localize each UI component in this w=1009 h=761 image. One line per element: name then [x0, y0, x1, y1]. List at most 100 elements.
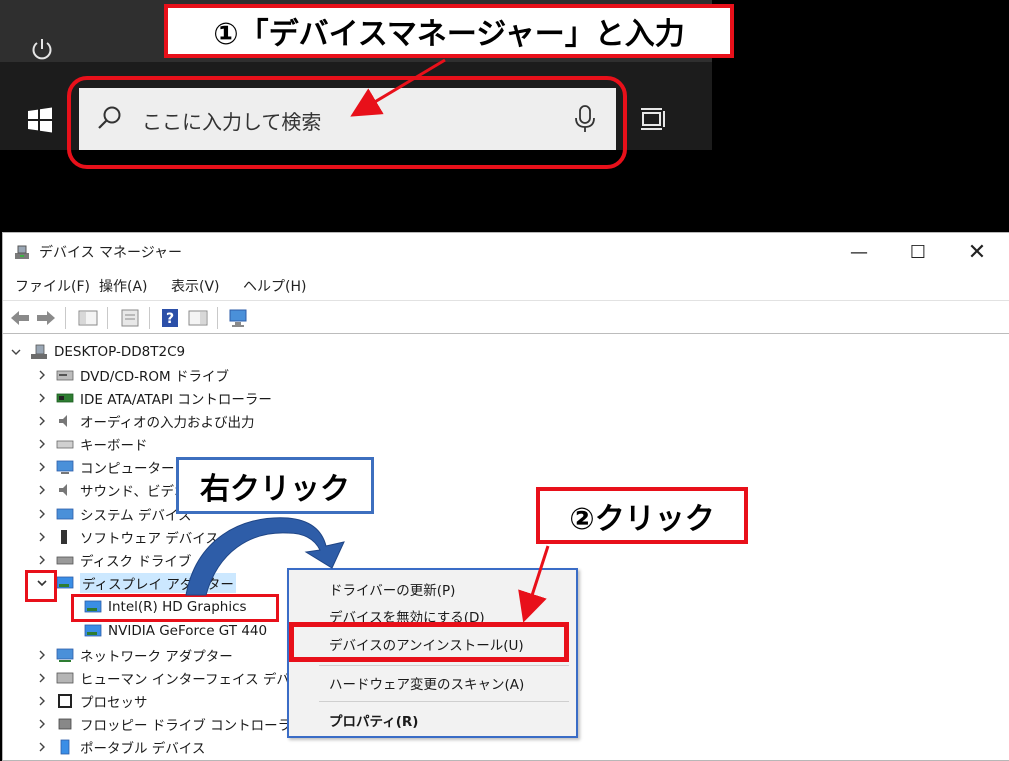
tree-item[interactable]: フロッピー ドライブ コントローラー	[36, 713, 305, 735]
uninstall-item-highlight	[289, 622, 569, 662]
chevron-right-icon[interactable]	[36, 392, 48, 404]
chevron-right-icon[interactable]	[36, 531, 48, 543]
menu-action[interactable]: 操作(A)	[99, 276, 148, 296]
tree-item[interactable]: ヒューマン インターフェイス デバイス	[36, 667, 316, 689]
tree-item-label: NVIDIA GeForce GT 440	[108, 623, 268, 639]
menu-separator	[319, 701, 569, 702]
task-view-icon[interactable]	[640, 106, 666, 132]
chevron-right-icon[interactable]	[36, 484, 48, 496]
computer-icon	[56, 460, 74, 474]
processor-icon	[58, 694, 72, 708]
tree-item-display-adapters[interactable]: ディスプレイ アダプター	[36, 572, 236, 594]
tree-item-label: ヒューマン インターフェイス デバイス	[80, 672, 317, 688]
tree-item-label: オーディオの入力および出力	[80, 415, 255, 431]
menu-help[interactable]: ヘルプ(H)	[243, 276, 306, 296]
intel-item-highlight	[71, 594, 279, 622]
scan-hardware-icon[interactable]	[227, 307, 249, 329]
title-bar: デバイス マネージャー — ☐ ✕	[3, 233, 1009, 271]
tree-item[interactable]: DVD/CD-ROM ドライブ	[36, 364, 229, 386]
toolbar: ?	[3, 300, 1009, 334]
sound-icon	[59, 484, 67, 496]
tree-item[interactable]: ソフトウェア デバイス	[36, 526, 219, 548]
close-button[interactable]: ✕	[955, 237, 999, 267]
power-icon[interactable]	[29, 36, 55, 62]
tree-item-label: ディスク ドライブ	[80, 554, 192, 570]
ctx-update-driver[interactable]: ドライバーの更新(P)	[329, 579, 455, 599]
dvd-drive-icon	[56, 370, 74, 381]
tree-item-label: ポータブル デバイス	[80, 741, 206, 757]
chevron-down-icon[interactable]	[10, 346, 22, 358]
help-icon[interactable]: ?	[159, 307, 181, 329]
tree-item-label: IDE ATA/ATAPI コントローラー	[80, 392, 272, 408]
show-hide-console-tree-icon[interactable]	[77, 307, 99, 329]
menu-view[interactable]: 表示(V)	[171, 276, 220, 296]
network-adapter-icon	[56, 648, 74, 662]
menu-bar: ファイル(F) 操作(A) 表示(V) ヘルプ(H)	[3, 273, 1009, 299]
forward-arrow-icon[interactable]	[35, 307, 57, 329]
chevron-right-icon[interactable]	[36, 741, 48, 753]
right-click-callout: 右クリック	[176, 457, 374, 514]
computer-icon	[31, 344, 47, 359]
menu-separator	[319, 665, 569, 666]
ide-controller-icon	[56, 393, 74, 403]
svg-text:?: ?	[166, 311, 174, 327]
tree-root-label: DESKTOP-DD8T2C9	[54, 344, 186, 360]
tree-item[interactable]: IDE ATA/ATAPI コントローラー	[36, 387, 272, 409]
hid-icon	[56, 672, 74, 684]
tree-item-nvidia-geforce[interactable]: NVIDIA GeForce GT 440	[84, 620, 267, 642]
tree-item-label: ディスプレイ アダプター	[80, 573, 236, 593]
chevron-right-icon[interactable]	[36, 461, 48, 473]
chevron-right-icon[interactable]	[36, 554, 48, 566]
menu-file[interactable]: ファイル(F)	[15, 276, 90, 296]
chevron-right-icon[interactable]	[36, 508, 48, 520]
tree-item[interactable]: プロセッサ	[36, 690, 148, 712]
chevron-right-icon[interactable]	[36, 369, 48, 381]
chevron-right-icon[interactable]	[36, 415, 48, 427]
tree-item-label: サウンド、ビデオ	[80, 484, 188, 500]
chevron-right-icon[interactable]	[36, 672, 48, 684]
tree-item[interactable]: システム デバイス	[36, 503, 191, 525]
chevron-right-icon[interactable]	[36, 438, 48, 450]
ctx-scan-hardware[interactable]: ハードウェア変更のスキャン(A)	[329, 673, 524, 693]
step2-callout: ②クリック	[536, 487, 748, 544]
floppy-controller-icon	[58, 718, 72, 730]
tree-item[interactable]: コンピューター	[36, 456, 175, 478]
tree-item-label: キーボード	[80, 438, 148, 454]
disk-drive-icon	[56, 556, 74, 565]
search-box-highlight	[67, 76, 627, 169]
properties-icon[interactable]	[119, 307, 141, 329]
tree-root[interactable]: DESKTOP-DD8T2C9	[10, 341, 185, 363]
tree-item-label: コンピューター	[80, 461, 175, 477]
software-device-icon	[61, 530, 67, 544]
portable-device-icon	[60, 739, 70, 755]
window-title: デバイス マネージャー	[39, 245, 183, 261]
expand-chevron-highlight	[25, 570, 57, 602]
display-adapter-icon	[56, 576, 74, 589]
windows-start-icon[interactable]	[26, 106, 54, 134]
audio-icon	[59, 415, 67, 427]
tree-item-label: ネットワーク アダプター	[80, 649, 233, 665]
action-pane-icon[interactable]	[187, 307, 209, 329]
maximize-button[interactable]: ☐	[896, 237, 940, 267]
minimize-button[interactable]: —	[837, 237, 881, 267]
tree-item[interactable]: キーボード	[36, 433, 148, 455]
tree-item-label: DVD/CD-ROM ドライブ	[80, 369, 229, 385]
step1-callout: ①「デバイスマネージャー」と入力	[164, 4, 734, 58]
tree-item-label: フロッピー ドライブ コントローラー	[80, 718, 305, 734]
tree-item[interactable]: ポータブル デバイス	[36, 736, 205, 758]
tree-item[interactable]: ディスク ドライブ	[36, 549, 191, 571]
back-arrow-icon[interactable]	[9, 307, 31, 329]
chevron-right-icon[interactable]	[36, 695, 48, 707]
tree-item-label: プロセッサ	[80, 695, 148, 711]
chevron-right-icon[interactable]	[36, 649, 48, 661]
tree-item[interactable]: サウンド、ビデオ	[36, 479, 187, 501]
tree-item-label: ソフトウェア デバイス	[80, 531, 219, 547]
tree-item[interactable]: オーディオの入力および出力	[36, 410, 255, 432]
display-adapter-icon	[84, 624, 102, 637]
device-manager-icon	[15, 245, 29, 259]
tree-item-label: システム デバイス	[80, 508, 192, 524]
chevron-right-icon[interactable]	[36, 718, 48, 730]
tree-item[interactable]: ネットワーク アダプター	[36, 644, 233, 666]
ctx-properties[interactable]: プロパティ(R)	[329, 710, 418, 730]
system-device-icon	[56, 508, 74, 520]
